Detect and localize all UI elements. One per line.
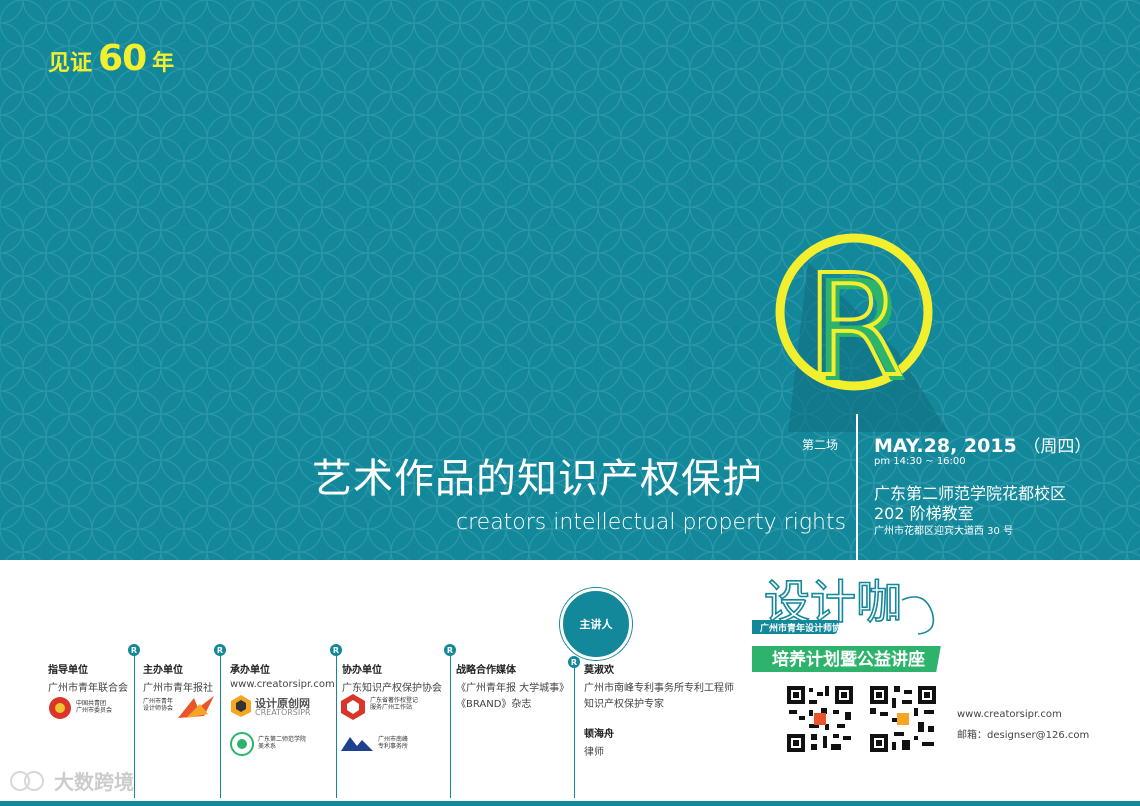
session-label: 第二场 <box>802 438 839 452</box>
sponsor-text-co: 广东知识产权保护协会 <box>342 683 442 694</box>
qr-code-icon <box>868 684 938 754</box>
column-divider <box>574 660 575 798</box>
badge-number: 60 <box>98 38 147 79</box>
speaker-2-desc: 律师 <box>584 747 604 758</box>
phoenix-logo-icon <box>178 696 214 718</box>
website-text: www.creatorsipr.com <box>957 709 1062 720</box>
mountain-logo-icon <box>341 737 373 751</box>
venue-address: 广州市花都区迎宾大道西 30 号 <box>874 526 1014 537</box>
sponsor-label-guide: 指导单位 <box>48 665 88 676</box>
r-mark-icon: R <box>330 644 342 656</box>
column-divider <box>220 648 221 798</box>
badge-prefix: 见证 <box>48 51 93 76</box>
speaker-2-name: 顿海舟 <box>584 729 614 740</box>
patent-office-text: 广州市南峰 专利事务所 <box>378 736 409 750</box>
svg-text:培养计划暨公益讲座: 培养计划暨公益讲座 <box>772 649 925 670</box>
creators-logo-sub: CREATORSIPR <box>255 708 311 717</box>
badge-suffix: 年 <box>152 51 175 76</box>
speaker-1-desc-b: 知识产权保护专家 <box>584 699 664 710</box>
copyright-station-text: 广东省著作权登记 服务广州工作站 <box>370 697 419 711</box>
day-of-week: （周四） <box>1023 437 1092 457</box>
svg-text:R: R <box>806 245 903 408</box>
sponsor-text-media: 《广州青年报 大学城事》 <box>456 683 570 694</box>
hero-banner: 见证 60 年 R R 第二场 艺术作品的知识产权保护 creators int… <box>0 0 1140 560</box>
sponsor-label-media: 战略合作媒体 <box>456 665 516 676</box>
copyright-station-icon <box>341 694 365 720</box>
column-divider <box>450 648 451 798</box>
r-mark-icon: R <box>128 644 140 656</box>
anniversary-badge: 见证 60 年 <box>48 38 174 79</box>
sponsor-text-host: 广州市青年报社 <box>143 683 213 694</box>
sponsor-label-co: 协办单位 <box>342 665 382 676</box>
sponsor-text-guide: 广州市青年联合会 <box>48 683 128 694</box>
sponsor-text-media-2: 《BRAND》杂志 <box>456 699 532 710</box>
host-badge: 主讲人 <box>560 588 632 660</box>
column-divider <box>134 648 135 798</box>
sponsor-text-organizer: www.creatorsipr.com <box>230 679 335 690</box>
title-chinese: 艺术作品的知识产权保护 <box>312 456 763 502</box>
creators-hex-icon <box>231 695 251 717</box>
r-mark-icon: R <box>444 644 456 656</box>
college-logo-text: 广东第二师范学院 美术系 <box>258 736 307 750</box>
sponsor-label-host: 主办单位 <box>143 665 183 676</box>
speaker-1-desc-a: 广州市南峰专利事务所专利工程师 <box>584 683 734 694</box>
guide-logo-text: 中国共青团 广州市委员会 <box>76 700 113 714</box>
host-logo-text: 广州市青年 设计师协会 <box>143 698 174 712</box>
registered-r-logo: R R <box>775 233 948 432</box>
event-time: pm 14:30 ~ 16:00 <box>874 456 966 467</box>
event-date: MAY.28, 2015 （周四） <box>874 432 1091 457</box>
watermark-logo-icon <box>10 770 44 791</box>
speaker-1-name: 莫淑欢 <box>584 665 614 676</box>
r-mark-icon: R <box>568 656 580 668</box>
title-english: creators intellectual property rights <box>456 510 847 535</box>
college-seal-icon <box>230 732 254 756</box>
sponsor-label-organizer: 承办单位 <box>230 665 270 676</box>
r-mark-icon: R <box>214 644 226 656</box>
venue-line-2: 202 阶梯教室 <box>874 504 974 523</box>
email-text: 邮箱：designser@126.com <box>957 730 1090 741</box>
bottom-bar <box>0 801 1140 806</box>
qr-code-icon <box>785 684 855 754</box>
date-value: MAY.28, 2015 <box>874 435 1017 457</box>
youth-league-emblem-icon <box>49 697 71 719</box>
watermark-text: 大数跨境 <box>54 770 134 794</box>
column-divider <box>336 648 337 798</box>
watermark: 大数跨境 <box>8 766 134 795</box>
svg-text:广州市青年设计师协会: 广州市青年设计师协会 <box>760 622 851 634</box>
design-cafe-logo: 设计咖 广州市青年设计师协会 培养计划暨公益讲座 <box>752 574 941 672</box>
